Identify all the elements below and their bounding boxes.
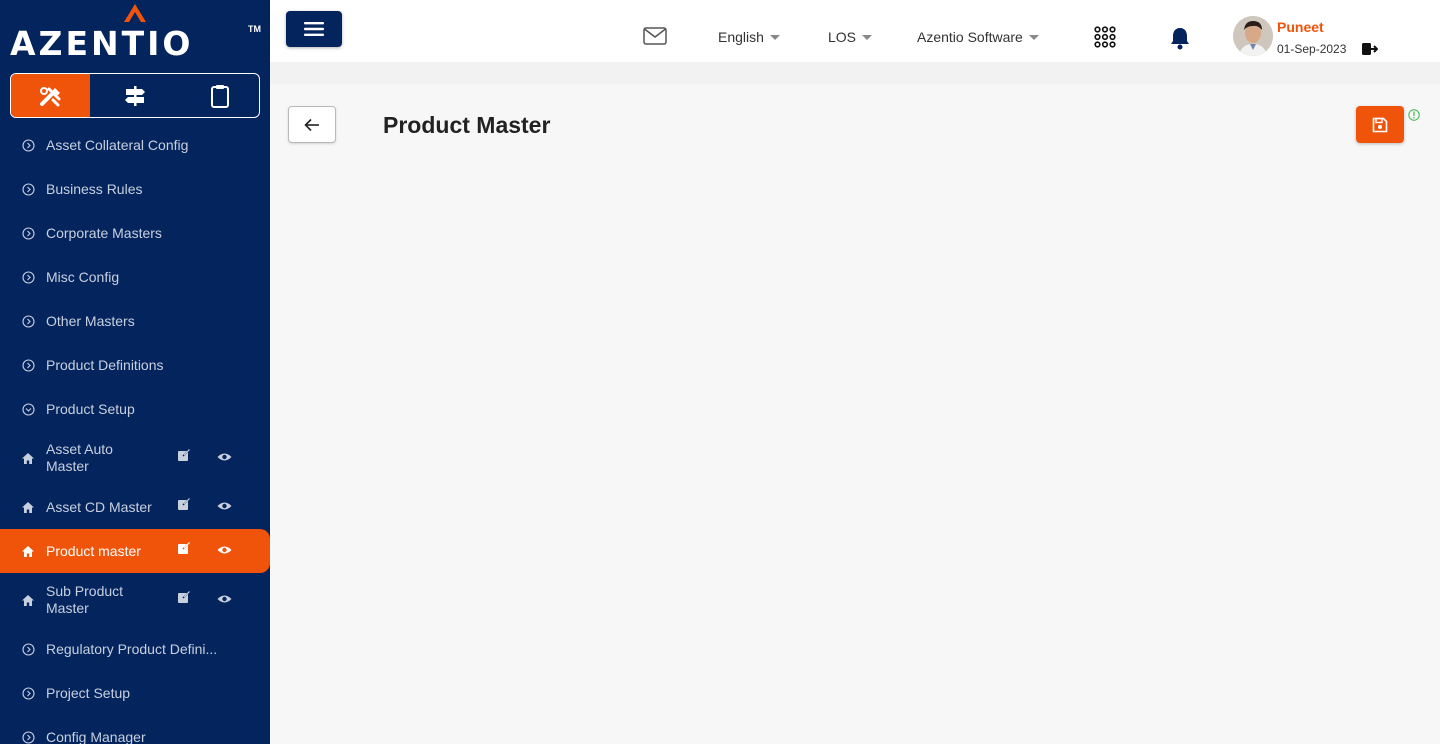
- tools-icon: [39, 86, 60, 106]
- sidebar-item-corporate-masters[interactable]: Corporate Masters: [0, 211, 270, 255]
- avatar[interactable]: [1233, 16, 1273, 56]
- caret-down-icon: [862, 34, 873, 40]
- save-icon: [1372, 117, 1388, 132]
- chevron-circle-right-icon: [21, 226, 35, 240]
- sidebar-item-asset-collateral-config[interactable]: Asset Collateral Config: [0, 123, 270, 167]
- sidebar-item-label: Product Definitions: [46, 356, 164, 373]
- chevron-circle-right-icon: [21, 730, 35, 744]
- hamburger-icon: [304, 22, 324, 36]
- sidebar-item-business-rules[interactable]: Business Rules: [0, 167, 270, 211]
- chevron-circle-right-icon: [21, 270, 35, 284]
- sidebar-item-regulatory-product-definitions[interactable]: Regulatory Product Defini...: [0, 627, 270, 671]
- mode-tab-tools[interactable]: [11, 74, 90, 117]
- sidebar-item-label: Project Setup: [46, 684, 131, 701]
- logo-mark-icon: [124, 4, 146, 22]
- language-value: English: [718, 29, 764, 45]
- mode-tab-clipboard[interactable]: [180, 74, 259, 117]
- sidebar-item-label: Business Rules: [46, 180, 143, 197]
- clipboard-icon: [210, 84, 229, 108]
- signpost-icon: [125, 85, 145, 106]
- caret-down-icon: [769, 34, 780, 40]
- eye-icon[interactable]: [217, 591, 232, 609]
- module-value: LOS: [828, 29, 857, 45]
- eye-icon[interactable]: [217, 542, 232, 560]
- chevron-circle-right-icon: [21, 642, 35, 656]
- chevron-circle-right-icon: [21, 138, 35, 152]
- home-icon: [21, 544, 35, 558]
- sidebar-item-sub-product-master[interactable]: Sub Product Master: [0, 573, 270, 627]
- mail-icon[interactable]: [643, 26, 667, 51]
- chevron-circle-right-icon: [21, 314, 35, 328]
- sidebar-nav: Asset Collateral Config Business Rules C…: [0, 123, 270, 744]
- logo-text: AZENTIO: [10, 24, 194, 63]
- sidebar-item-product-setup[interactable]: Product Setup: [0, 387, 270, 431]
- top-header: English LOS Azentio Software Puneet 01-S…: [270, 0, 1440, 62]
- eye-icon[interactable]: [217, 449, 232, 467]
- home-icon: [21, 593, 35, 607]
- sidebar-item-asset-cd-master[interactable]: Asset CD Master: [0, 485, 270, 529]
- sidebar-item-label: Sub Product Master: [46, 583, 124, 616]
- module-dropdown[interactable]: LOS: [828, 29, 873, 45]
- edit-icon[interactable]: [177, 498, 190, 516]
- chevron-circle-down-icon: [21, 402, 35, 416]
- apps-grid-icon[interactable]: [1094, 26, 1116, 53]
- sidebar-item-label: Product Setup: [46, 400, 135, 417]
- edit-icon[interactable]: [177, 542, 190, 560]
- save-button[interactable]: [1356, 106, 1404, 143]
- sidebar-item-other-masters[interactable]: Other Masters: [0, 299, 270, 343]
- top-strip: [270, 62, 1440, 84]
- session-date: 01-Sep-2023: [1277, 42, 1347, 56]
- eye-icon[interactable]: [217, 498, 232, 516]
- main-content: Product Master: [270, 62, 1440, 744]
- home-icon: [21, 500, 35, 514]
- edit-icon[interactable]: [177, 449, 190, 467]
- sidebar-item-label: Product master: [46, 542, 141, 559]
- chevron-circle-right-icon: [21, 182, 35, 196]
- mode-tab-signpost[interactable]: [90, 74, 180, 117]
- info-icon[interactable]: [1408, 108, 1420, 126]
- sidebar-item-label: Other Masters: [46, 312, 135, 329]
- sidebar-item-label: Misc Config: [46, 268, 120, 285]
- back-button[interactable]: [288, 106, 336, 143]
- arrow-left-icon: [304, 118, 319, 131]
- logout-icon[interactable]: [1362, 42, 1379, 61]
- language-dropdown[interactable]: English: [718, 29, 780, 45]
- sidebar-item-label: Asset CD Master: [46, 498, 152, 515]
- sidebar-item-label: Config Manager: [46, 728, 146, 744]
- hamburger-menu-button[interactable]: [286, 11, 342, 47]
- bell-icon[interactable]: [1169, 26, 1191, 55]
- chevron-circle-right-icon: [21, 358, 35, 372]
- sidebar-item-config-manager[interactable]: Config Manager: [0, 715, 270, 744]
- sidebar-item-label: Asset Collateral Config: [46, 136, 189, 153]
- edit-icon[interactable]: [177, 591, 190, 609]
- page-title: Product Master: [383, 112, 551, 138]
- sidebar-item-label: Corporate Masters: [46, 224, 162, 241]
- sidebar-item-asset-auto-master[interactable]: Asset Auto Master: [0, 431, 270, 485]
- sidebar-item-misc-config[interactable]: Misc Config: [0, 255, 270, 299]
- organization-dropdown[interactable]: Azentio Software: [917, 29, 1039, 45]
- sidebar-item-product-definitions[interactable]: Product Definitions: [0, 343, 270, 387]
- logo-trademark: TM: [248, 24, 261, 34]
- user-name: Puneet: [1277, 19, 1324, 35]
- sidebar-item-product-master[interactable]: Product master: [0, 529, 270, 573]
- chevron-circle-right-icon: [21, 686, 35, 700]
- sidebar: AZENTIO TM Asset Collateral Config Busin…: [0, 0, 270, 744]
- home-icon: [21, 451, 35, 465]
- caret-down-icon: [1028, 34, 1039, 40]
- mode-tabs: [10, 73, 260, 118]
- organization-value: Azentio Software: [917, 29, 1023, 45]
- sidebar-item-project-setup[interactable]: Project Setup: [0, 671, 270, 715]
- azentio-logo[interactable]: AZENTIO TM: [10, 4, 265, 64]
- sidebar-item-label: Regulatory Product Defini...: [46, 640, 218, 657]
- sidebar-item-label: Asset Auto Master: [46, 441, 113, 474]
